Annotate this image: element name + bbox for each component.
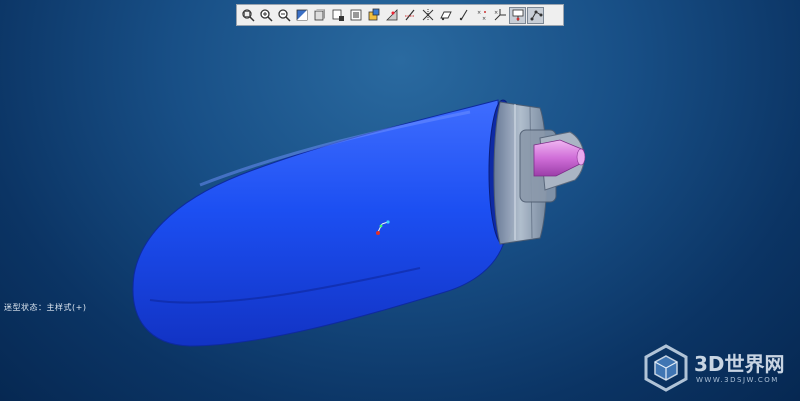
graphics-viewport[interactable]: × × × 迷型状态：主样式(+) 3D世界网 WWW.3DSJW.COM [0, 0, 800, 401]
cube-logo-icon [644, 344, 688, 392]
watermark-brand: 3D世界网 [694, 352, 785, 376]
watermark: 3D世界网 WWW.3DSJW.COM [640, 342, 800, 400]
watermark-url: WWW.3DSJW.COM [696, 376, 779, 384]
bottle-body[interactable] [132, 99, 504, 347]
cad-model[interactable] [0, 0, 800, 401]
model-state-label: 迷型状态：主样式(+) [4, 303, 87, 312]
